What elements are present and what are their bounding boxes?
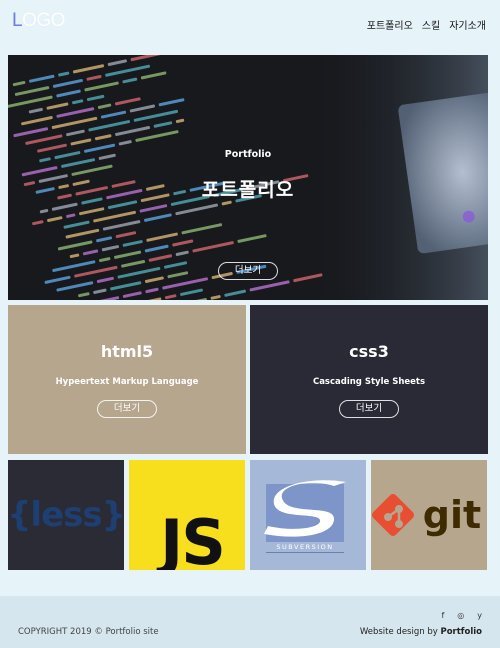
- social-links: f ◎ y: [441, 611, 482, 620]
- hero-subtitle: Portfolio: [224, 149, 272, 160]
- site-footer: f ◎ y COPYRIGHT 2019 © Portfolio site We…: [0, 596, 500, 648]
- javascript-logo: JS: [156, 506, 226, 570]
- nav-item-about[interactable]: 자기소개: [449, 17, 486, 32]
- html5-more-button[interactable]: 더보기: [97, 400, 157, 418]
- main-nav: 포트폴리오 스킬 자기소개: [367, 17, 486, 32]
- pinterest-icon[interactable]: ◎: [457, 611, 464, 620]
- nav-item-skills[interactable]: 스킬: [422, 17, 440, 32]
- html5-panel: html5 Hypeertext Markup Language 더보기: [8, 305, 246, 454]
- hero-more-button[interactable]: 더보기: [218, 262, 278, 280]
- html5-subtitle: Hypeertext Markup Language: [55, 377, 199, 387]
- git-tile[interactable]: git: [371, 460, 487, 570]
- hero-banner: Portfolio 포트폴리오 더보기: [8, 55, 488, 300]
- less-tile[interactable]: {less}: [8, 460, 124, 570]
- credit-name: Portfolio: [440, 627, 482, 637]
- html5-title: html5: [100, 342, 154, 361]
- css3-subtitle: Cascading Style Sheets: [312, 377, 426, 387]
- credit-prefix: Website design by: [359, 627, 441, 637]
- less-logo-text: {less}: [8, 495, 124, 535]
- nav-item-portfolio[interactable]: 포트폴리오: [367, 17, 413, 32]
- css3-title: css3: [349, 342, 389, 361]
- git-logo-text: git: [423, 493, 481, 537]
- git-logo: git: [372, 493, 481, 537]
- logo-rest: OGO: [22, 10, 65, 31]
- css3-panel: css3 Cascading Style Sheets 더보기: [250, 305, 488, 454]
- subversion-tile[interactable]: SUBVERSION: [250, 460, 366, 570]
- javascript-tile[interactable]: JS: [129, 460, 245, 570]
- logo[interactable]: LOGO: [12, 10, 65, 32]
- javascript-logo-text: JS: [156, 506, 224, 570]
- logo-first-letter: L: [12, 10, 23, 31]
- subversion-logo-text: SUBVERSION: [276, 543, 333, 551]
- twitter-icon[interactable]: y: [477, 611, 482, 620]
- less-logo: {less}: [8, 495, 124, 535]
- css3-more-button[interactable]: 더보기: [339, 400, 399, 418]
- copyright-text: COPYRIGHT 2019 © Portfolio site: [18, 627, 159, 637]
- design-credit: Website design by Portfolio: [360, 627, 482, 637]
- hero-title: 포트폴리오: [201, 179, 295, 201]
- site-header: LOGO 포트폴리오 스킬 자기소개: [0, 0, 500, 44]
- facebook-icon[interactable]: f: [441, 611, 444, 620]
- subversion-logo: SUBVERSION: [264, 480, 346, 553]
